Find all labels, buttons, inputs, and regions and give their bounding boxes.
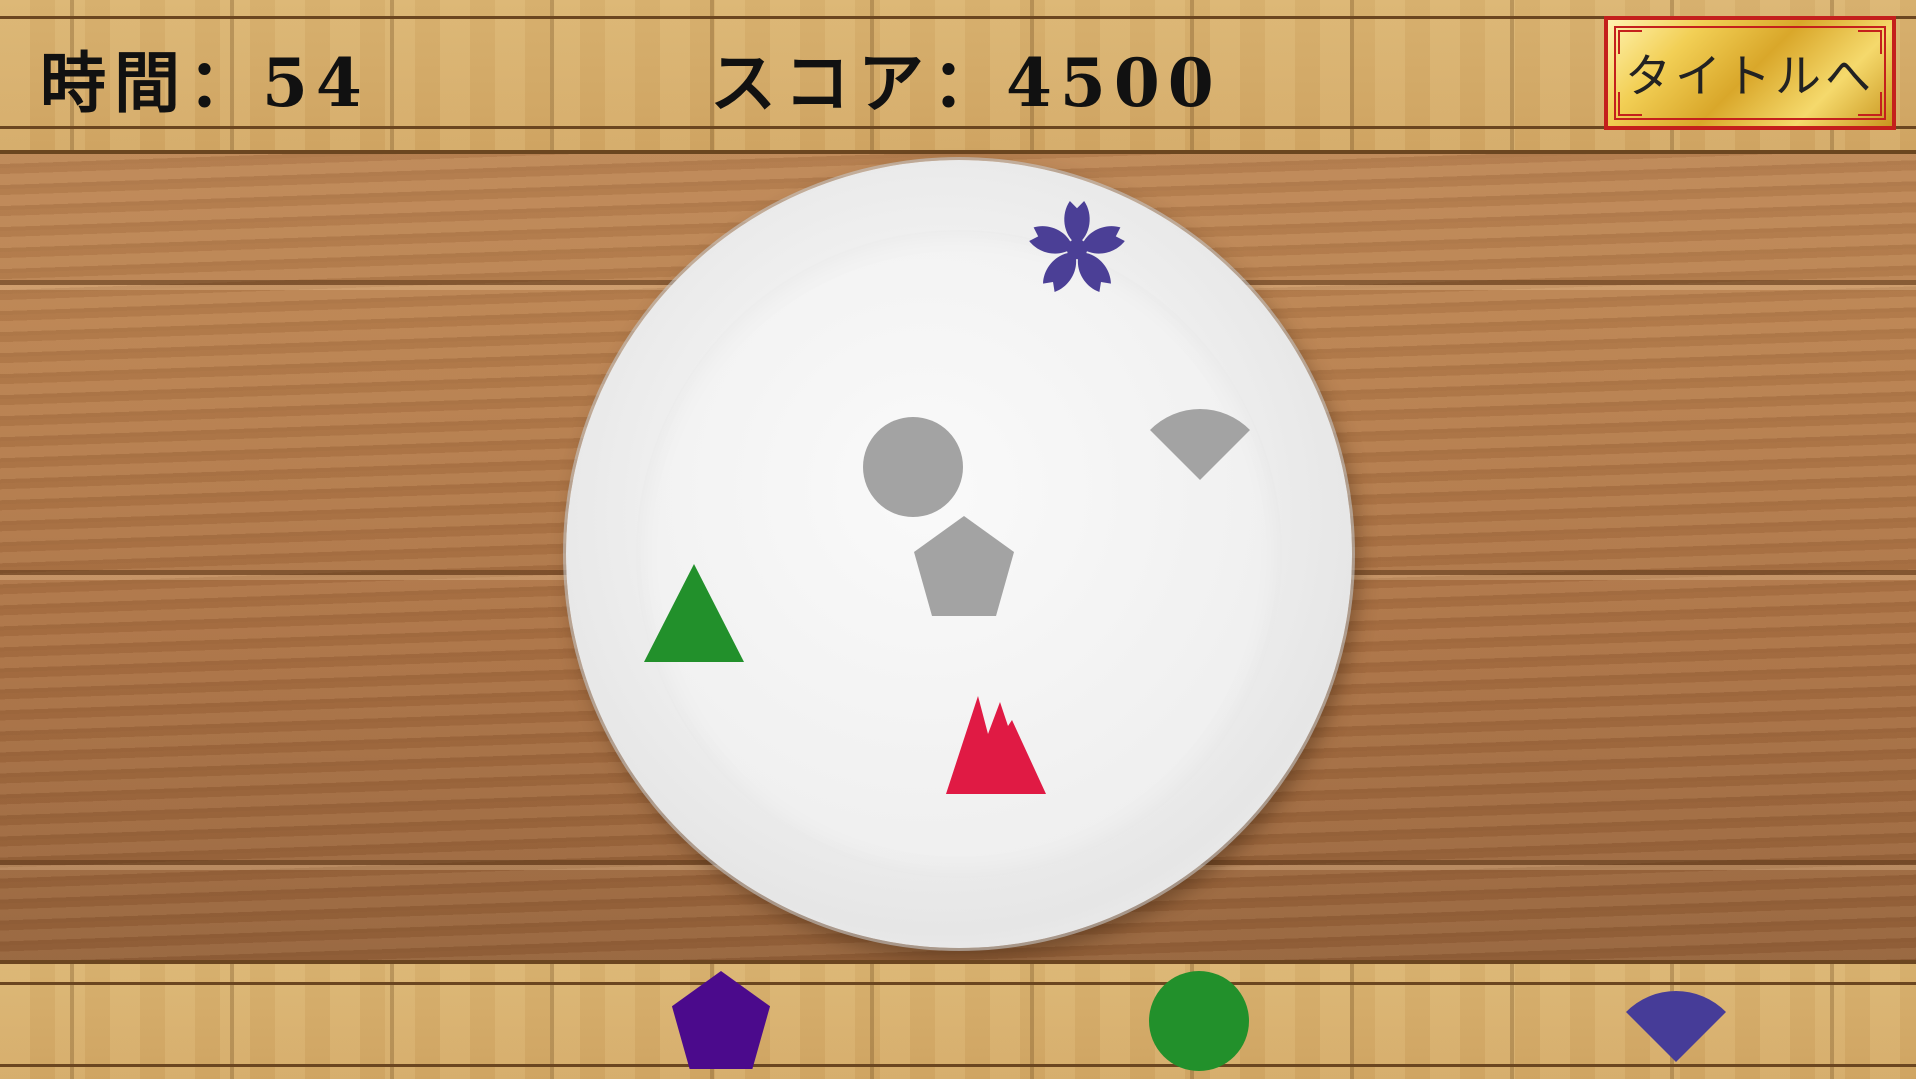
tray-piece-crescent-moon-icon[interactable]	[192, 968, 296, 1072]
plate-slot-circle-icon[interactable]	[862, 416, 964, 518]
tray-piece-circle-icon[interactable]	[1148, 970, 1250, 1072]
plate-slot-fan-icon[interactable]	[1148, 398, 1252, 482]
back-to-title-button[interactable]: タイトルへ	[1604, 16, 1896, 130]
plate-piece-triangle-icon	[642, 562, 746, 664]
hud-bar: 時間：54 スコア：4500 タイトルへ	[0, 0, 1916, 154]
tray-piece-pentagon-icon[interactable]	[670, 968, 772, 1072]
plate-piece-sakura-icon	[1026, 198, 1128, 300]
game-stage: 時間：54 スコア：4500 タイトルへ	[0, 0, 1916, 1079]
plate-slot-crescent-moon-icon[interactable]	[1014, 328, 1120, 434]
plate-piece-mountain-icon	[944, 694, 1048, 796]
time-remaining: 時間：54	[40, 44, 370, 122]
score-display: スコア：4500	[710, 44, 1222, 122]
tray-piece-fan-icon[interactable]	[1624, 980, 1728, 1064]
back-to-title-label: タイトルへ	[1625, 49, 1875, 103]
plate-slot-pentagon-icon[interactable]	[912, 514, 1016, 618]
